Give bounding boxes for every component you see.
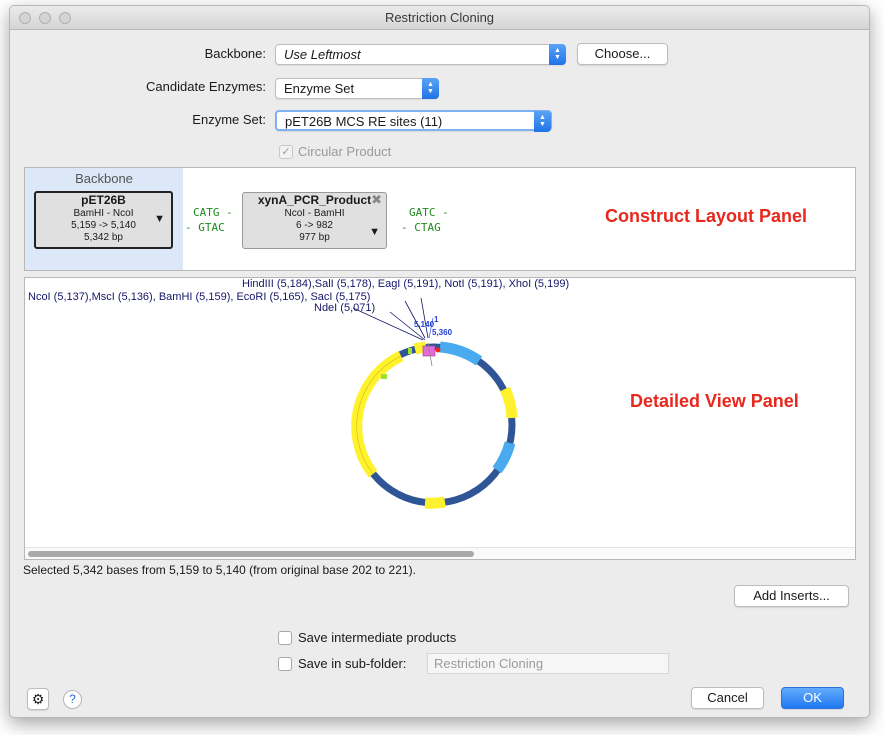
fragment-name: xynA_PCR_Product: [257, 193, 372, 207]
subfolder-placeholder: Restriction Cloning: [434, 656, 544, 671]
candidate-enzymes-select[interactable]: Enzyme Set ▲ ▼: [275, 78, 439, 99]
save-intermediate-label: Save intermediate products: [298, 630, 457, 645]
fragment-enzymes: NcoI - BamHI: [284, 208, 345, 219]
horizontal-scrollbar[interactable]: [25, 547, 855, 559]
subfolder-name-input[interactable]: Restriction Cloning: [427, 653, 669, 674]
backbone-header: Backbone: [75, 171, 133, 186]
close-icon[interactable]: ✖: [371, 193, 382, 206]
origin-marker: [435, 347, 441, 353]
left-overhang-top: CATG -: [193, 206, 233, 219]
circular-product-label: Circular Product: [298, 144, 392, 159]
enzyme-set-select[interactable]: pET26B MCS RE sites (11) ▲ ▼: [275, 110, 552, 132]
candidate-enzymes-label: Candidate Enzymes:: [146, 79, 266, 94]
feature-blue: [439, 341, 483, 366]
feature-green: [381, 374, 387, 379]
enzyme-set-label: Enzyme Set:: [192, 112, 266, 127]
fragment-size: 5,342 bp: [84, 232, 123, 243]
help-icon[interactable]: ?: [63, 690, 82, 709]
site-leader-line: [420, 298, 429, 339]
selection-status: Selected 5,342 bases from 5,159 to 5,140…: [23, 563, 416, 577]
scrollbar-thumb[interactable]: [28, 551, 474, 557]
right-overhang-bottom: - CTAG: [401, 221, 441, 234]
dropdown-icon: ▲ ▼: [422, 78, 439, 99]
dropdown-icon: ▲ ▼: [549, 44, 566, 65]
gear-icon[interactable]: ⚙: [27, 688, 49, 710]
backbone-select-value: Use Leftmost: [284, 47, 361, 62]
fragment-name: pET26B: [81, 193, 126, 207]
fragment-size: 977 bp: [299, 232, 330, 243]
candidate-enzymes-value: Enzyme Set: [284, 81, 355, 96]
fragment-range: 5,159 -> 5,140: [71, 220, 136, 231]
choose-button[interactable]: Choose...: [577, 43, 668, 65]
fragment-enzymes: BamHI - NcoI: [73, 208, 134, 219]
ok-button[interactable]: OK: [781, 687, 844, 709]
fragment-range: 6 -> 982: [296, 220, 333, 231]
feature-yellow: [499, 386, 518, 419]
title-bar: Restriction Cloning: [10, 6, 869, 30]
insert-fragment[interactable]: xynA_PCR_Product NcoI - BamHI 6 -> 982 9…: [242, 192, 387, 249]
backbone-select[interactable]: Use Leftmost ▲ ▼: [275, 44, 566, 65]
feature-yellow: [424, 496, 446, 509]
site-leader-line: [352, 307, 424, 341]
close-window-button[interactable]: [19, 12, 31, 24]
plasmid-map[interactable]: 5,140 1 5,360: [345, 298, 545, 518]
dropdown-icon: ▲ ▼: [534, 111, 551, 132]
backbone-fragment[interactable]: pET26B BamHI - NcoI 5,159 -> 5,140 5,342…: [34, 191, 173, 249]
save-intermediate-checkbox[interactable]: [278, 631, 292, 645]
circular-product-checkbox[interactable]: ✓: [279, 145, 293, 159]
restriction-sites-label: HindIII (5,184),SalI (5,178), EagI (5,19…: [242, 278, 570, 290]
detailed-view-panel: HindIII (5,184),SalI (5,178), EagI (5,19…: [24, 277, 856, 560]
restriction-cloning-dialog: Restriction Cloning Backbone: Use Leftmo…: [9, 5, 870, 718]
zoom-window-button[interactable]: [59, 12, 71, 24]
add-inserts-button[interactable]: Add Inserts...: [734, 585, 849, 607]
dropdown-icon[interactable]: ▼: [369, 226, 380, 238]
cancel-button[interactable]: Cancel: [691, 687, 764, 709]
save-subfolder-label: Save in sub-folder:: [298, 656, 407, 671]
feature-green: [408, 348, 412, 354]
backbone-label: Backbone:: [204, 46, 266, 61]
detailed-view-annotation: Detailed View Panel: [630, 391, 799, 411]
right-overhang-top: GATC -: [409, 206, 449, 219]
feature-yellow-large: [351, 351, 404, 478]
tick-label: 5,360: [432, 328, 453, 337]
minimize-window-button[interactable]: [39, 12, 51, 24]
enzyme-set-value: pET26B MCS RE sites (11): [285, 114, 443, 129]
construct-layout-panel: Backbone pET26B BamHI - NcoI 5,159 -> 5,…: [24, 167, 856, 271]
feature-blue: [492, 441, 516, 474]
left-overhang-bottom: - GTAC: [185, 221, 225, 234]
dropdown-icon[interactable]: ▼: [154, 213, 165, 225]
construct-layout-annotation: Construct Layout Panel: [605, 206, 808, 226]
window-title: Restriction Cloning: [384, 10, 495, 25]
tick-label: 1: [434, 315, 439, 324]
save-subfolder-checkbox[interactable]: [278, 657, 292, 671]
